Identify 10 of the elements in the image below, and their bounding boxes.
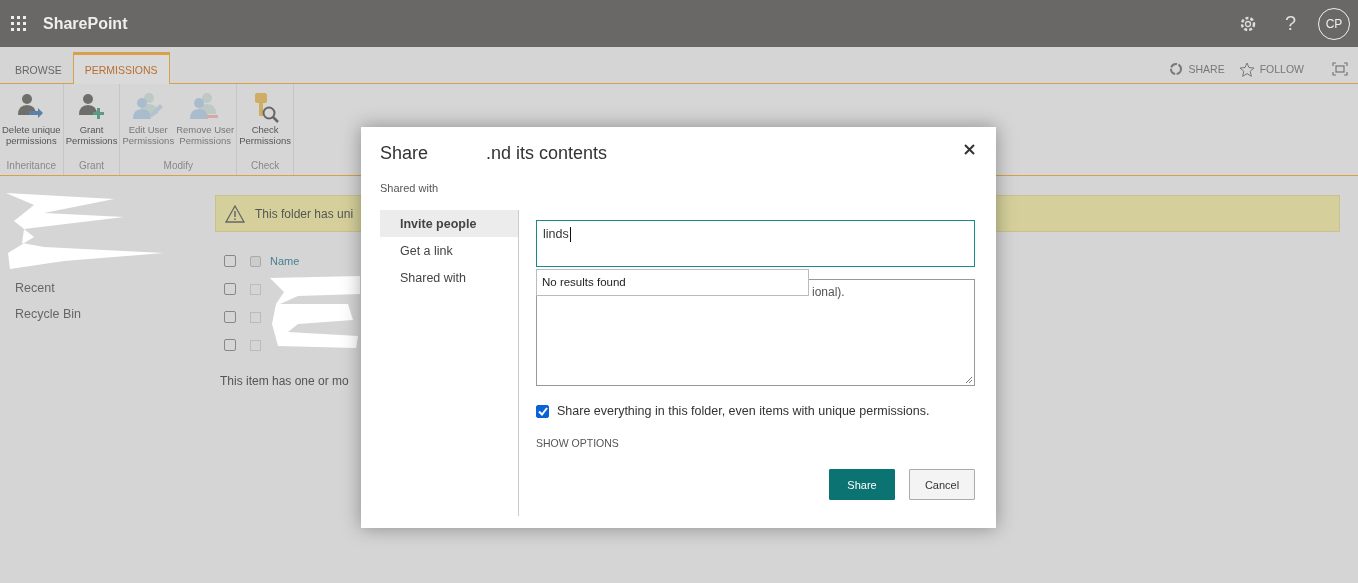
dialog-subtitle: Shared with (380, 182, 440, 194)
info-text: This item has one or mo (220, 374, 349, 388)
ribbon-group-label: Grant (79, 160, 104, 173)
dialog-title: .nd its contents (486, 143, 608, 164)
checkbox-label: Share everything in this folder, even items with unique permissions. (557, 404, 930, 418)
banner-text: This folder has uni (255, 206, 354, 221)
ribbon-group-label: Inheritance (6, 160, 57, 173)
ribbon-group-label: Modify (163, 160, 194, 173)
ribbon-group-label: Check (250, 160, 280, 173)
dialog-title: Share (380, 143, 429, 164)
